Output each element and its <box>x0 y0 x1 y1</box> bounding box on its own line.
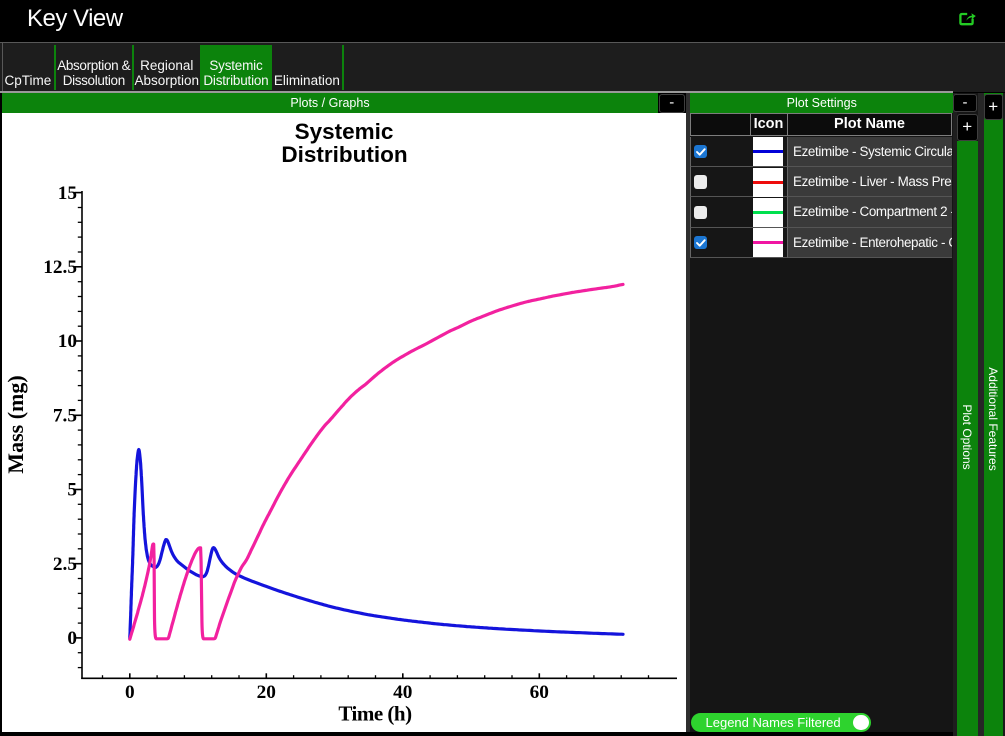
svg-text:12.5: 12.5 <box>43 257 77 278</box>
svg-text:Mass (mg): Mass (mg) <box>3 375 28 473</box>
svg-text:0: 0 <box>125 682 135 703</box>
svg-text:7.5: 7.5 <box>53 406 77 427</box>
svg-text:15: 15 <box>58 183 77 204</box>
svg-text:10: 10 <box>58 331 77 352</box>
svg-text:20: 20 <box>257 682 276 703</box>
svg-text:Systemic: Systemic <box>295 119 394 144</box>
svg-text:Time (h): Time (h) <box>338 702 412 726</box>
svg-text:5: 5 <box>67 480 77 501</box>
svg-text:2.5: 2.5 <box>53 554 77 575</box>
svg-text:40: 40 <box>393 682 412 703</box>
svg-text:60: 60 <box>530 682 549 703</box>
svg-text:0: 0 <box>67 628 77 649</box>
svg-text:Distribution: Distribution <box>281 142 407 167</box>
